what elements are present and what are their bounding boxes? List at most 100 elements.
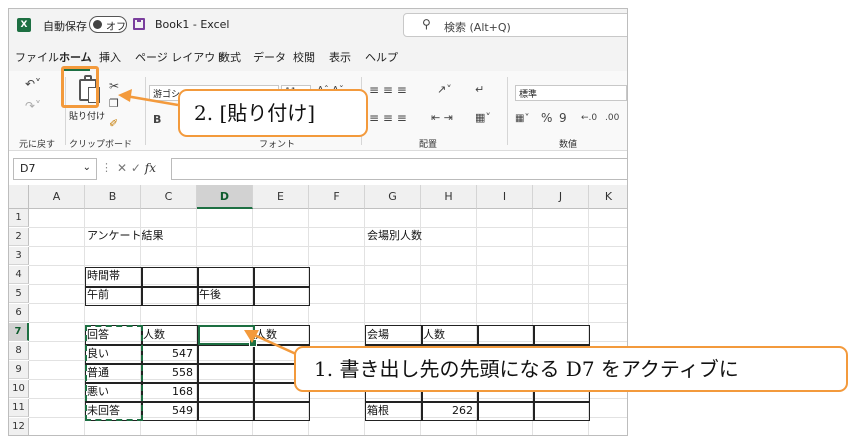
tab-review[interactable]: 校閲 [293, 49, 315, 65]
increase-decimal-icon[interactable]: ←.0 [581, 113, 597, 123]
tab-formulas[interactable]: 数式 [219, 49, 241, 65]
tab-file[interactable]: ファイル [15, 49, 59, 65]
cell-h7[interactable]: 人数 [421, 326, 447, 344]
cell-d5[interactable]: 午後 [197, 286, 223, 304]
row-header-11[interactable]: 11 [9, 399, 29, 417]
cell-c8[interactable]: 547 [141, 345, 197, 363]
percent-button[interactable]: % [541, 111, 552, 125]
tab-insert[interactable]: 挿入 [99, 49, 121, 65]
copy-icon[interactable]: ❐ [109, 97, 119, 110]
row-header-12[interactable]: 12 [9, 418, 29, 435]
merge-center-icon[interactable]: ▦˅ [475, 111, 491, 124]
group-divider [145, 77, 146, 145]
formula-controls: ✕ ✓ fx [117, 161, 156, 175]
cell-b2[interactable]: アンケート結果 [85, 227, 166, 245]
column-header-j[interactable]: J [533, 185, 589, 209]
clipboard-group-label: クリップボード [69, 140, 133, 150]
column-header-d[interactable]: D [197, 185, 253, 209]
row-header-6[interactable]: 6 [9, 304, 29, 322]
row-header-10[interactable]: 10 [9, 380, 29, 398]
name-box[interactable]: D7 ⌄ [13, 158, 97, 180]
spreadsheet-grid[interactable]: ABCDEFGHIJK 1 2 3 4 5 6 7 8 9 10 11 12 アンケート結果 会場別人… [9, 185, 627, 435]
column-header-h[interactable]: H [421, 185, 477, 209]
autosave-label: 自動保存 [43, 20, 87, 33]
fx-icon[interactable]: fx [145, 161, 156, 175]
tab-page-layout[interactable]: ページ レイアウト [135, 49, 226, 65]
active-cell-d7[interactable] [198, 325, 257, 347]
search-icon: ⚲ [422, 17, 431, 31]
chevron-down-icon[interactable]: ⌄ [83, 162, 91, 173]
cell-g11[interactable]: 箱根 [365, 402, 391, 420]
accounting-format-icon[interactable]: ▦˅ [515, 113, 529, 124]
redo-icon[interactable]: ↷˅ [25, 99, 41, 113]
autosave-toggle[interactable]: オフ [89, 16, 127, 33]
cell-b4[interactable]: 時間帯 [85, 267, 122, 285]
row-header-8[interactable]: 8 [9, 342, 29, 360]
cell-c10[interactable]: 168 [141, 383, 197, 401]
cell-g2[interactable]: 会場別人数 [365, 227, 424, 245]
row-header-5[interactable]: 5 [9, 285, 29, 303]
bold-button[interactable]: B [153, 113, 161, 126]
toggle-label: オフ [106, 22, 126, 33]
cell-c9[interactable]: 558 [141, 364, 197, 382]
row-header-2[interactable]: 2 [9, 228, 29, 246]
cell-h11[interactable]: 262 [421, 402, 477, 420]
indent-icon[interactable]: ⇤ ⇥ [431, 111, 453, 124]
tab-data[interactable]: データ [253, 49, 286, 65]
row-header-1[interactable]: 1 [9, 209, 29, 227]
title-bar: X 自動保存 オフ Book1 - Excel ⚲ 検索 (Alt+Q) [9, 9, 627, 41]
search-box[interactable]: ⚲ 検索 (Alt+Q) [403, 13, 627, 37]
table-inner-line [141, 267, 143, 306]
save-icon[interactable] [133, 18, 145, 30]
number-format-select[interactable]: 標準 [515, 85, 627, 101]
cell-c7[interactable]: 人数 [141, 326, 167, 344]
toggle-knob [93, 20, 102, 29]
formula-input[interactable] [171, 158, 627, 180]
format-painter-icon[interactable]: ✐ [109, 117, 118, 130]
callout-step2: 2. [貼り付け] [178, 89, 368, 137]
comma-style-button[interactable]: 9 [559, 111, 567, 125]
cell-g7[interactable]: 会場 [365, 326, 391, 344]
paste-label[interactable]: 貼り付け [69, 109, 105, 122]
excel-logo-icon: X [17, 18, 31, 32]
table-inner-line [253, 267, 255, 306]
gridline-h [29, 303, 627, 304]
tab-view[interactable]: 表示 [329, 49, 351, 65]
row-header-3[interactable]: 3 [9, 247, 29, 265]
align-left-icon[interactable]: ≡ ≡ ≡ [369, 111, 407, 125]
align-top-icon[interactable]: ≡ ≡ ≡ [369, 83, 407, 97]
ribbon-tabs: ファイル ホーム 挿入 ページ レイアウト 数式 データ 校閲 表示 ヘルプ [9, 41, 627, 71]
column-header-c[interactable]: C [141, 185, 197, 209]
column-header-f[interactable]: F [309, 185, 365, 209]
column-header-k[interactable]: K [589, 185, 627, 209]
gridline-h [29, 246, 627, 247]
orientation-icon[interactable]: ↗˅ [437, 83, 452, 96]
select-all-corner[interactable] [9, 185, 29, 209]
paste-highlight [61, 66, 99, 108]
group-divider [507, 77, 508, 145]
name-box-value: D7 [20, 162, 36, 175]
column-header-b[interactable]: B [85, 185, 141, 209]
column-header-a[interactable]: A [29, 185, 85, 209]
row-header-7[interactable]: 7 [9, 323, 29, 341]
cut-icon[interactable]: ✂ [109, 79, 119, 93]
copy-marquee [85, 325, 143, 421]
wrap-text-icon[interactable]: ↵ [475, 83, 484, 96]
tab-home[interactable]: ホーム [59, 49, 92, 71]
document-title: Book1 - Excel [155, 18, 230, 31]
cell-c11[interactable]: 549 [141, 402, 197, 420]
formula-bar: D7 ⌄ ⋮ ✕ ✓ fx [9, 151, 627, 185]
more-dots-icon: ⋮ [101, 161, 112, 174]
undo-icon[interactable]: ↶˅ [25, 77, 41, 91]
search-placeholder: 検索 (Alt+Q) [444, 21, 511, 34]
column-header-e[interactable]: E [253, 185, 309, 209]
tab-help[interactable]: ヘルプ [365, 49, 398, 65]
column-header-i[interactable]: I [477, 185, 533, 209]
row-header-9[interactable]: 9 [9, 361, 29, 379]
cell-b5[interactable]: 午前 [85, 286, 111, 304]
decrease-decimal-icon[interactable]: .00 [605, 113, 619, 123]
row-header-4[interactable]: 4 [9, 266, 29, 284]
column-header-g[interactable]: G [365, 185, 421, 209]
alignment-group-label: 配置 [419, 140, 438, 150]
table-inner-line [365, 401, 590, 403]
